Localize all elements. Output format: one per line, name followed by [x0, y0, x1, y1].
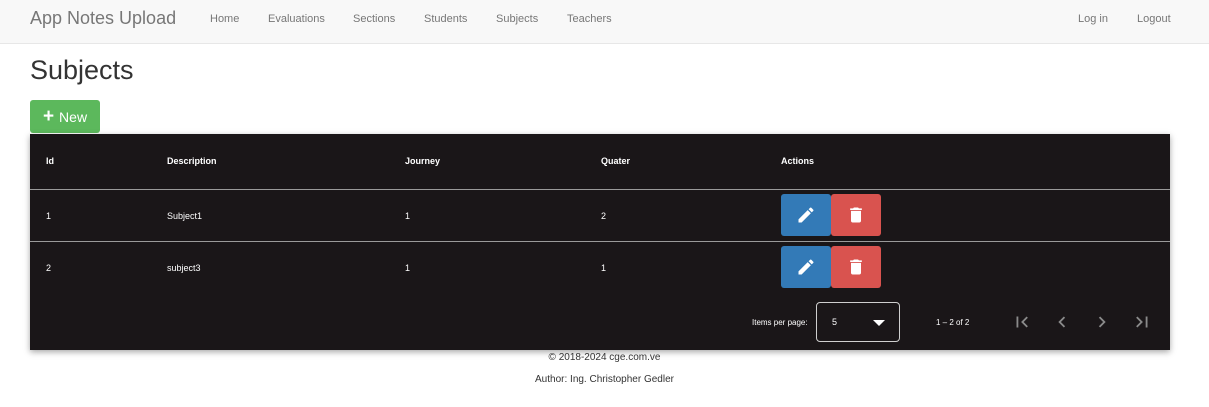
navbar: App Notes Upload Home Evaluations Sectio… [0, 0, 1209, 44]
plus-icon: + [42, 105, 55, 127]
chevron-right-icon [1098, 316, 1106, 328]
navbar-brand[interactable]: App Notes Upload [30, 8, 176, 28]
nav-link-students[interactable]: Students [424, 13, 467, 25]
first-page-button[interactable] [1010, 310, 1034, 334]
cell-description: subject3 [167, 263, 201, 273]
previous-page-button[interactable] [1050, 310, 1074, 334]
edit-button[interactable] [781, 194, 831, 236]
footer-copyright: © 2018-2024 cge.com.ve [548, 352, 661, 363]
cell-description: Subject1 [167, 211, 203, 221]
page-size-select[interactable]: 5 [816, 302, 900, 342]
header-description: Description [167, 156, 217, 166]
next-page-button[interactable] [1090, 310, 1114, 334]
header-id: Id [46, 156, 54, 166]
dropdown-arrow-icon [873, 320, 885, 326]
chevron-left-icon [1058, 316, 1066, 328]
delete-button[interactable] [831, 246, 881, 288]
trash-icon [850, 207, 862, 223]
nav-link-teachers[interactable]: Teachers [567, 13, 612, 25]
page-title: Subjects [30, 55, 134, 85]
nav-link-home[interactable]: Home [210, 13, 239, 25]
pencil-icon [798, 207, 814, 223]
delete-button[interactable] [831, 194, 881, 236]
footer-author: Author: Ing. Christopher Gedler [535, 374, 674, 385]
nav-link-evaluations[interactable]: Evaluations [268, 13, 325, 25]
header-journey: Journey [405, 156, 441, 166]
cell-id: 2 [46, 263, 52, 273]
nav-link-logout[interactable]: Logout [1137, 13, 1171, 25]
cell-id: 1 [46, 211, 52, 221]
nav-link-subjects[interactable]: Subjects [496, 13, 538, 25]
edit-button[interactable] [781, 246, 831, 288]
cell-journey: 1 [405, 263, 411, 273]
cell-journey: 1 [405, 211, 411, 221]
cell-quater: 2 [601, 211, 607, 221]
nav-link-login[interactable]: Log in [1078, 13, 1108, 25]
last-page-button[interactable] [1130, 310, 1154, 334]
row-divider [30, 189, 1170, 190]
page-size-value: 5 [832, 317, 838, 327]
range-label: 1 – 2 of 2 [936, 318, 970, 327]
first-page-icon [1016, 316, 1028, 328]
trash-icon [850, 259, 862, 275]
pencil-icon [798, 259, 814, 275]
subjects-table: Id Description Journey Quater Actions 1 … [30, 134, 1170, 350]
items-per-page-label: Items per page: [752, 318, 808, 327]
last-page-icon [1136, 316, 1148, 328]
header-actions: Actions [781, 156, 815, 166]
row-divider [30, 241, 1170, 242]
new-button[interactable]: + New [30, 100, 100, 133]
header-quater: Quater [601, 156, 631, 166]
new-button-label: New [59, 108, 88, 125]
cell-quater: 1 [601, 263, 607, 273]
nav-link-sections[interactable]: Sections [353, 13, 395, 25]
